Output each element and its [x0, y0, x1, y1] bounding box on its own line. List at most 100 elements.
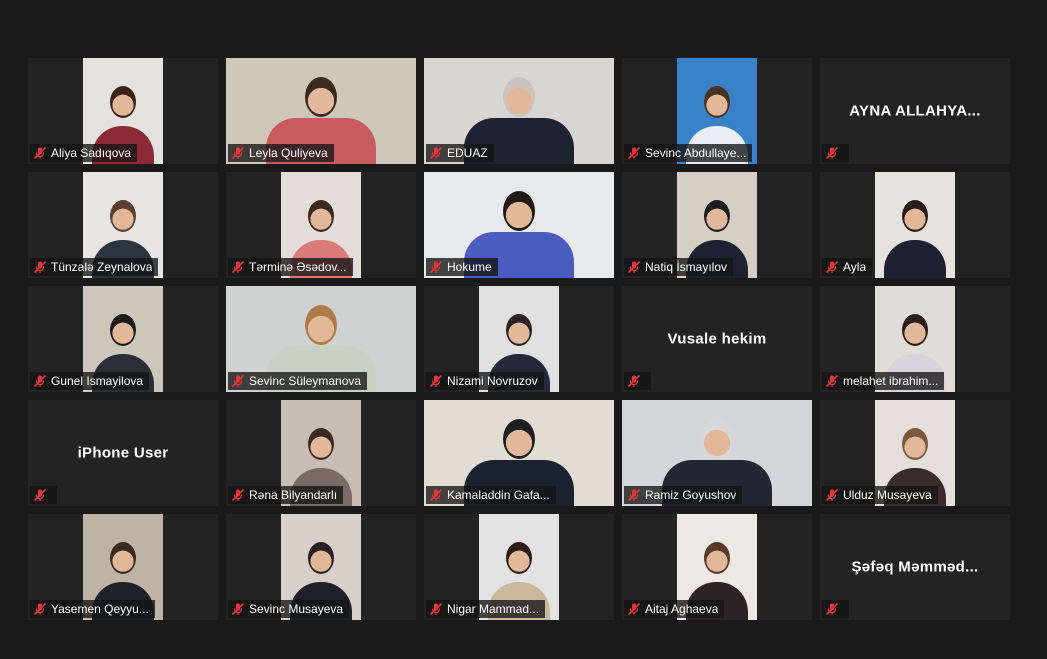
participant-name: melahet ibrahim... — [843, 374, 939, 388]
mic-muted-icon — [231, 146, 245, 160]
participant-head — [506, 313, 532, 346]
participant-tile[interactable]: Hokume — [424, 172, 614, 278]
participant-nametag: Ayla — [822, 258, 873, 276]
mic-muted-icon — [33, 602, 47, 616]
participant-head — [902, 313, 928, 346]
participant-tile[interactable]: Natiq İsmayılov — [622, 172, 812, 278]
mic-muted-icon — [33, 488, 47, 502]
participant-head — [305, 305, 337, 346]
participant-tile[interactable]: Şəfəq Məmməd... — [820, 514, 1010, 620]
participant-nametag: Leyla Quliyeva — [228, 144, 334, 162]
participant-head — [110, 199, 136, 232]
participant-nametag: Nigar Mammad... — [426, 600, 546, 618]
participant-name: Sevinc Abdullaye... — [645, 146, 747, 160]
participant-name: Tünzalə Zeynalova — [51, 260, 153, 274]
participant-tile[interactable]: Leyla Quliyeva — [226, 58, 416, 164]
mic-muted-icon — [231, 260, 245, 274]
participant-nametag: Kamaladdin Gafa... — [426, 486, 556, 504]
participant-nametag: Nizami Novruzov — [426, 372, 544, 390]
participant-nametag: Tünzalə Zeynalova — [30, 258, 159, 276]
participant-nametag: Sevinc Musayeva — [228, 600, 350, 618]
participant-name: Nizami Novruzov — [447, 374, 538, 388]
participant-head — [503, 419, 535, 460]
participant-name: Yasemen Qeyyu... — [51, 602, 149, 616]
participant-tile[interactable]: Nigar Mammad... — [424, 514, 614, 620]
participant-nametag: Yasemen Qeyyu... — [30, 600, 155, 618]
participant-nametag: Sevinc Abdullaye... — [624, 144, 753, 162]
participant-nametag: Natiq İsmayılov — [624, 258, 734, 276]
participant-head — [308, 541, 334, 574]
mic-muted-icon — [231, 602, 245, 616]
participant-head — [308, 199, 334, 232]
participant-name: Sevinc Musayeva — [249, 602, 344, 616]
mic-muted-icon — [627, 260, 641, 274]
mic-muted-icon — [429, 260, 443, 274]
participant-tile[interactable]: Gunel Ismayilova — [28, 286, 218, 392]
mic-muted-icon — [33, 146, 47, 160]
participant-name: Natiq İsmayılov — [645, 260, 728, 274]
mic-muted-icon — [627, 374, 641, 388]
participant-tile[interactable]: Aliya Sadıqova — [28, 58, 218, 164]
mic-muted-icon — [825, 260, 839, 274]
participant-nametag: Tərminə Əsədov... — [228, 258, 353, 276]
participant-head — [704, 541, 730, 574]
mic-muted-icon — [33, 374, 47, 388]
participant-head — [110, 313, 136, 346]
participant-tile[interactable]: iPhone User — [28, 400, 218, 506]
participant-head — [506, 541, 532, 574]
participant-tile[interactable]: Sevinc Abdullaye... — [622, 58, 812, 164]
participant-tile[interactable]: Yasemen Qeyyu... — [28, 514, 218, 620]
participant-tile[interactable]: Vusale hekim — [622, 286, 812, 392]
participant-nametag: Aliya Sadıqova — [30, 144, 138, 162]
participant-tile[interactable]: Aitaj Aghaeva — [622, 514, 812, 620]
participant-video — [875, 172, 955, 278]
participant-name: Rəna Bilyandarlı — [249, 488, 338, 502]
participant-tile[interactable]: Tərminə Əsədov... — [226, 172, 416, 278]
participant-head — [110, 85, 136, 118]
mic-muted-icon — [429, 146, 443, 160]
mic-muted-icon — [825, 602, 839, 616]
participant-nametag: Sevinc Süleymanova — [228, 372, 368, 390]
participant-tile[interactable]: Nizami Novruzov — [424, 286, 614, 392]
participant-tile[interactable]: Sevinc Musayeva — [226, 514, 416, 620]
participant-tile[interactable]: Ayla — [820, 172, 1010, 278]
participant-nametag: Ulduz Musayeva — [822, 486, 938, 504]
participant-tile[interactable]: melahet ibrahim... — [820, 286, 1010, 392]
participant-tile[interactable]: Sevinc Süleymanova — [226, 286, 416, 392]
participant-tile[interactable]: Ulduz Musayeva — [820, 400, 1010, 506]
participant-tile[interactable]: Tünzalə Zeynalova — [28, 172, 218, 278]
participant-name: Leyla Quliyeva — [249, 146, 328, 160]
participant-tile[interactable]: Rəna Bilyandarlı — [226, 400, 416, 506]
participant-name: Sevinc Süleymanova — [249, 374, 362, 388]
participant-display-name: Vusale hekim — [667, 330, 767, 348]
mic-muted-icon — [825, 488, 839, 502]
mic-muted-icon — [231, 488, 245, 502]
participant-display-name: iPhone User — [77, 444, 169, 462]
mic-muted-icon — [627, 488, 641, 502]
mic-muted-icon — [33, 260, 47, 274]
participant-nametag: Hokume — [426, 258, 498, 276]
participant-tile[interactable]: Kamaladdin Gafa... — [424, 400, 614, 506]
participant-name: Hokume — [447, 260, 492, 274]
participant-nametag: Rəna Bilyandarlı — [228, 486, 344, 504]
participant-head — [704, 199, 730, 232]
participant-name: Ulduz Musayeva — [843, 488, 932, 502]
participant-name: Kamaladdin Gafa... — [447, 488, 550, 502]
mic-muted-icon — [627, 146, 641, 160]
participant-nametag: melahet ibrahim... — [822, 372, 945, 390]
participant-nametag: Ramiz Goyushov — [624, 486, 743, 504]
participant-tile[interactable]: Ramiz Goyushov — [622, 400, 812, 506]
participant-head — [701, 419, 733, 460]
participant-nametag: Aitaj Aghaeva — [624, 600, 725, 618]
mic-muted-icon — [825, 374, 839, 388]
participant-nametag — [822, 600, 849, 618]
participant-head — [503, 191, 535, 232]
participant-head — [902, 199, 928, 232]
participant-tile[interactable]: AYNA ALLAHYA... — [820, 58, 1010, 164]
participant-head — [110, 541, 136, 574]
mic-muted-icon — [429, 602, 443, 616]
participant-tile[interactable]: EDUAZ — [424, 58, 614, 164]
participant-head — [704, 85, 730, 118]
participant-name: EDUAZ — [447, 146, 488, 160]
mic-muted-icon — [825, 146, 839, 160]
